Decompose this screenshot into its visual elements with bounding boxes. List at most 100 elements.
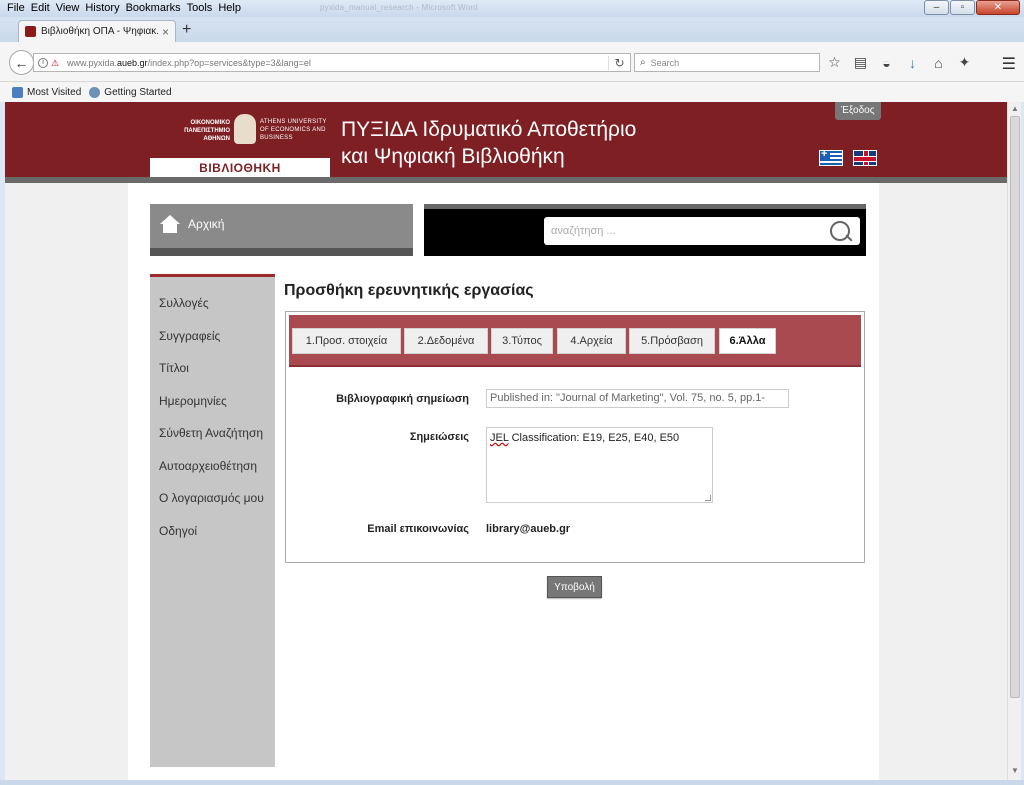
home-link[interactable]: Αρχική xyxy=(160,215,224,233)
tab-strip: Βιβλιοθήκη ΟΠΑ - Ψηφιακ... × + xyxy=(0,17,1024,42)
home-label: Αρχική xyxy=(188,217,225,231)
site-search-placeholder: αναζήτηση ... xyxy=(551,225,616,237)
globe-icon xyxy=(89,86,101,98)
tab-data[interactable]: 2.Δεδομένα xyxy=(404,328,488,354)
exit-button[interactable]: Έξοδος xyxy=(835,102,881,120)
bookmark-star-icon[interactable]: ☆ xyxy=(826,54,843,71)
scroll-up-icon[interactable]: ▲ xyxy=(1010,104,1020,116)
menu-file[interactable]: File xyxy=(4,1,28,15)
url-bar[interactable]: i ⚠ www.pyxida.aueb.gr/index.php?op=serv… xyxy=(33,53,631,72)
bookmarks-toolbar: Most Visited Getting Started xyxy=(0,82,1024,102)
site-title-line1: ΠΥΞΙΔΑ Ιδρυματικό Αποθετήριο xyxy=(341,118,637,141)
bookmark-label: Getting Started xyxy=(104,86,172,98)
bookmark-label: Most Visited xyxy=(27,86,82,98)
tab-files[interactable]: 4.Αρχεία xyxy=(557,328,626,354)
navigation-toolbar: ← i ⚠ www.pyxida.aueb.gr/index.php?op=se… xyxy=(0,42,1024,82)
notes-textarea[interactable]: JEL Classification: E19, E25, E40, E50 xyxy=(486,427,713,503)
menu-edit[interactable]: Edit xyxy=(28,1,53,15)
greek-flag-icon[interactable] xyxy=(819,148,843,166)
university-logo[interactable]: ΟΙΚΟΝΟΜΙΚΟ ΠΑΝΕΠΙΣΤΗΜΙΟ ΑΘΗΝΩΝ ATHENS UN… xyxy=(150,110,330,178)
window-controls: – ▫ ✕ xyxy=(924,0,1020,15)
browser-search-placeholder: Search xyxy=(650,57,680,68)
email-label: Email επικοινωνίας xyxy=(367,523,469,535)
search-icon: ⌕ xyxy=(640,57,646,68)
sidebar-item-collections[interactable]: Συλλογές xyxy=(150,287,275,320)
page-scrollbar[interactable]: ▲ ▼ xyxy=(1007,102,1021,780)
home-icon xyxy=(160,215,180,233)
sidebar-item-advanced-search[interactable]: Σύνθετη Αναζήτηση xyxy=(150,417,275,450)
pocket-icon[interactable]: ◒ xyxy=(878,55,895,71)
sidebar-item-self-archiving[interactable]: Αυτοαρχειοθέτηση xyxy=(150,450,275,483)
notes-label: Σημειώσεις xyxy=(409,431,469,443)
scroll-thumb[interactable] xyxy=(1010,116,1020,698)
sidebar: Συλλογές Συγγραφείς Τίτλοι Ημερομηνίες Σ… xyxy=(150,274,275,767)
logo-library-label: ΒΙΒΛΙΟΘΗΚΗ xyxy=(150,158,330,178)
home-icon[interactable]: ⌂ xyxy=(930,55,947,71)
info-icon[interactable]: i xyxy=(38,57,48,68)
minimize-button[interactable]: – xyxy=(924,0,949,15)
toolbar-icons: ☆ ▤ ◒ ↓ ⌂ ✦ xyxy=(826,54,973,71)
menu-view[interactable]: View xyxy=(53,1,83,15)
page-title: Προσθήκη ερευνητικής εργασίας xyxy=(284,282,534,299)
download-icon[interactable]: ↓ xyxy=(904,55,921,71)
tab-other[interactable]: 6.Άλλα xyxy=(719,328,776,354)
site-title-line2: και Ψηφιακή Βιβλιοθήκη xyxy=(341,145,565,168)
reading-list-icon[interactable]: ▤ xyxy=(852,54,869,71)
insecure-lock-icon: ⚠ xyxy=(51,57,60,68)
logo-bust-icon xyxy=(234,114,256,144)
sidebar-item-dates[interactable]: Ημερομηνίες xyxy=(150,385,275,418)
scroll-down-icon[interactable]: ▼ xyxy=(1010,766,1020,778)
menu-bookmarks[interactable]: Bookmarks xyxy=(123,1,184,15)
menu-history[interactable]: History xyxy=(82,1,122,15)
logo-english-text: ATHENS UNIVERSITY OF ECONOMICS AND BUSIN… xyxy=(260,119,327,141)
uk-flag-icon[interactable] xyxy=(853,150,877,166)
tab-close-icon[interactable]: × xyxy=(162,25,169,39)
favicon-icon xyxy=(25,26,36,37)
menu-hamburger-icon[interactable]: ☰ xyxy=(1002,54,1016,74)
reload-icon[interactable]: ↻ xyxy=(608,55,630,70)
browser-search-input[interactable]: ⌕ Search xyxy=(634,53,820,72)
bookmark-getting-started[interactable]: Getting Started xyxy=(89,86,172,98)
window-bottom-border xyxy=(0,780,1024,785)
notes-text: Classification: E19, E25, E40, E50 xyxy=(508,432,680,444)
site-header: ΟΙΚΟΝΟΜΙΚΟ ΠΑΝΕΠΙΣΤΗΜΙΟ ΑΘΗΝΩΝ ATHENS UN… xyxy=(5,102,1007,178)
folder-icon xyxy=(12,86,23,98)
sidebar-item-titles[interactable]: Τίτλοι xyxy=(150,352,275,385)
tab-access[interactable]: 5.Πρόσβαση xyxy=(629,328,715,354)
citation-label: Βιβλιογραφική σημείωση xyxy=(336,393,469,405)
site-search-area: αναζήτηση ... xyxy=(424,204,866,256)
window-title: pyxida_manual_research - Microsoft Word xyxy=(320,3,478,12)
back-arrow-icon[interactable]: ← xyxy=(9,50,34,75)
search-icon[interactable] xyxy=(830,221,850,241)
maximize-button[interactable]: ▫ xyxy=(950,0,975,15)
home-bar[interactable]: Αρχική xyxy=(150,204,413,256)
submission-form: 1.Προσ. στοιχεία 2.Δεδομένα 3.Τύπος 4.Αρ… xyxy=(285,311,865,563)
browser-tab[interactable]: Βιβλιοθήκη ΟΠΑ - Ψηφιακ... × xyxy=(18,20,176,42)
home-bar-band xyxy=(150,248,413,256)
content-card: Αρχική αναζήτηση ... Συλλογές Συγγραφείς… xyxy=(128,183,879,780)
new-tab-icon[interactable]: + xyxy=(182,21,191,39)
logo-greek-text: ΟΙΚΟΝΟΜΙΚΟ ΠΑΝΕΠΙΣΤΗΜΙΟ ΑΘΗΝΩΝ xyxy=(184,120,230,142)
citation-input[interactable]: Published in: "Journal of Marketing", Vo… xyxy=(486,389,789,408)
tab-personal-info[interactable]: 1.Προσ. στοιχεία xyxy=(292,328,401,354)
tab-type[interactable]: 3.Τύπος xyxy=(491,328,553,354)
wizard-steps: 1.Προσ. στοιχεία 2.Δεδομένα 3.Τύπος 4.Αρ… xyxy=(289,315,861,367)
email-value: library@aueb.gr xyxy=(486,523,571,535)
sidebar-item-my-account[interactable]: Ο λογαριασμός μου xyxy=(150,482,275,515)
site-search-input[interactable]: αναζήτηση ... xyxy=(544,217,860,245)
close-window-button[interactable]: ✕ xyxy=(976,0,1020,15)
extension-icon[interactable]: ✦ xyxy=(956,54,973,71)
sidebar-item-authors[interactable]: Συγγραφείς xyxy=(150,320,275,353)
submit-button[interactable]: Υποβολή xyxy=(547,576,602,598)
menu-tools[interactable]: Tools xyxy=(184,1,216,15)
menu-bar: File Edit View History Bookmarks Tools H… xyxy=(4,1,244,15)
site-title: ΠΥΞΙΔΑ Ιδρυματικό Αποθετήριο και Ψηφιακή… xyxy=(341,116,636,170)
bookmark-most-visited[interactable]: Most Visited xyxy=(12,86,82,98)
page-viewport: ΟΙΚΟΝΟΜΙΚΟ ΠΑΝΕΠΙΣΤΗΜΙΟ ΑΘΗΝΩΝ ATHENS UN… xyxy=(5,102,1007,780)
menu-help[interactable]: Help xyxy=(215,1,244,15)
resize-handle-icon[interactable] xyxy=(705,495,711,501)
spellcheck-word: JEL xyxy=(490,432,509,444)
url-text: www.pyxida.aueb.gr/index.php?op=services… xyxy=(67,57,311,68)
window-titlebar: File Edit View History Bookmarks Tools H… xyxy=(0,0,1024,17)
sidebar-item-guides[interactable]: Οδηγοί xyxy=(150,515,275,548)
